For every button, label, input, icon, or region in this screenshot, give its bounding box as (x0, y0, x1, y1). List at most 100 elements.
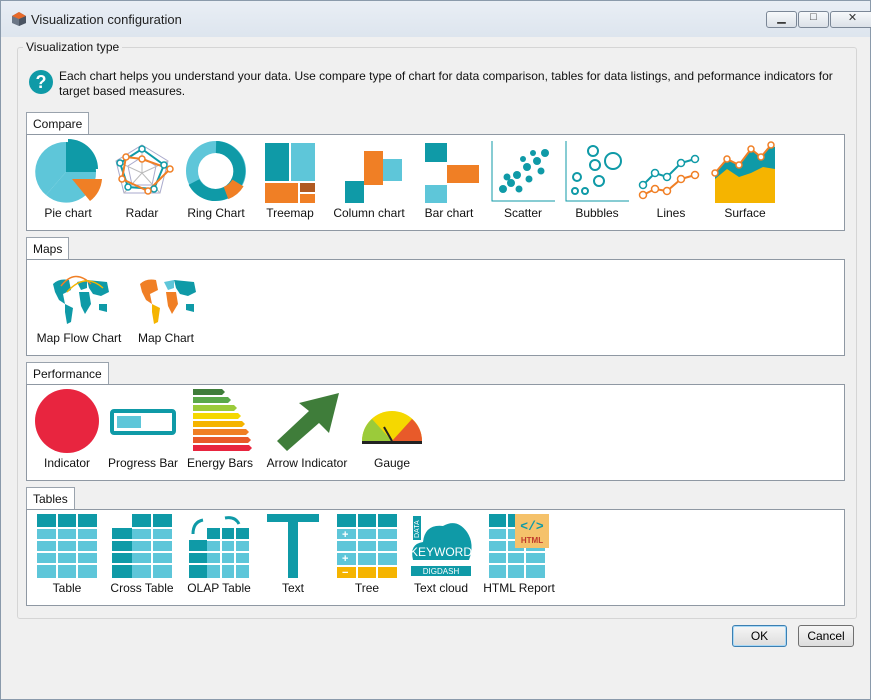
tab-performance[interactable]: Performance (26, 362, 109, 385)
treemap-icon (265, 143, 315, 203)
item-label: Indicator (43, 456, 91, 470)
item-label: Lines (656, 206, 686, 220)
item-label: Map Chart (137, 331, 195, 345)
minimize-button[interactable]: ▁ (766, 11, 797, 28)
html-report-icon: </> HTML (489, 514, 549, 578)
energy-bars-icon (193, 389, 252, 451)
item-label: Text (281, 581, 304, 595)
progress-bar-icon (110, 409, 176, 435)
title-bar: Visualization configuration ▁ □ ✕ (1, 1, 871, 37)
tables-section: Tables Table Cross Table OLAP Table Text… (26, 487, 845, 607)
chart-option-olap-table[interactable]: OLAP Table (182, 514, 256, 595)
text-icon (267, 514, 319, 578)
compare-panel: Pie chart Radar Ring Chart Treemap Colum… (26, 134, 845, 231)
window-title: Visualization configuration (31, 12, 182, 27)
item-label: Progress Bar (107, 456, 179, 470)
gauge-icon (362, 411, 422, 444)
maximize-icon: □ (810, 11, 817, 23)
lines-chart-icon (638, 154, 700, 200)
text-cloud-icon: DATA KEYWORD DIGDASH (410, 516, 472, 576)
chart-option-radar[interactable]: Radar (106, 139, 178, 220)
item-label: Pie chart (44, 206, 92, 220)
chart-option-indicator[interactable]: Indicator (31, 389, 103, 470)
chart-option-gauge[interactable]: Gauge (357, 389, 427, 470)
map-chart-icon (140, 279, 196, 324)
cloud-data-label: DATA (414, 520, 421, 538)
tree-table-icon: + + − (337, 514, 397, 578)
cloud-keyword-label: KEYWORD (410, 545, 472, 559)
pie-chart-icon (35, 139, 102, 203)
tab-compare[interactable]: Compare (26, 112, 90, 135)
chart-option-energy-bars[interactable]: Energy Bars (184, 389, 256, 470)
scatter-chart-icon (491, 141, 555, 202)
cancel-button[interactable]: Cancel (798, 625, 854, 647)
item-label: Treemap (266, 206, 314, 220)
chart-option-scatter[interactable]: Scatter (488, 139, 558, 220)
radar-chart-icon (115, 144, 174, 195)
item-label: Table (52, 581, 82, 595)
item-label: Scatter (503, 206, 542, 220)
chart-option-cross-table[interactable]: Cross Table (105, 514, 179, 595)
item-label: Column chart (333, 206, 405, 220)
item-label: Energy Bars (186, 456, 254, 470)
chart-option-text-cloud[interactable]: DATA KEYWORD DIGDASH Text cloud (406, 514, 476, 595)
tab-maps[interactable]: Maps (26, 237, 70, 260)
chart-option-surface[interactable]: Surface (710, 139, 780, 220)
chart-option-table[interactable]: Table (31, 514, 103, 595)
svg-text:+: + (342, 553, 348, 565)
item-label: Gauge (373, 456, 411, 470)
item-label: Cross Table (110, 581, 174, 595)
map-flow-icon (53, 275, 109, 324)
item-label: Bar chart (424, 206, 474, 220)
ring-chart-icon (186, 141, 246, 201)
maximize-button[interactable]: □ (798, 11, 829, 28)
close-icon: ✕ (847, 12, 858, 24)
olap-table-icon (189, 516, 249, 578)
chart-option-bar[interactable]: Bar chart (413, 139, 485, 220)
maps-panel: Map Flow Chart Map Chart (26, 259, 845, 356)
maps-section: Maps Map Flow Chart Map Chart (26, 237, 845, 357)
chart-option-tree[interactable]: + + − Tree (332, 514, 402, 595)
item-label: Ring Chart (187, 206, 245, 220)
svg-text:+: + (342, 529, 348, 541)
item-label: HTML Report (483, 581, 555, 595)
column-chart-icon (345, 151, 402, 203)
item-label: Map Flow Chart (36, 331, 122, 345)
svg-text:−: − (342, 567, 348, 578)
ok-button[interactable]: OK (732, 625, 787, 647)
close-button[interactable]: ✕ (830, 11, 871, 28)
chart-option-bubbles[interactable]: Bubbles (562, 139, 632, 220)
cloud-digdash-label: DIGDASH (423, 567, 460, 576)
item-label: Surface (724, 206, 766, 220)
group-title: Visualization type (23, 40, 123, 54)
item-label: Radar (125, 206, 159, 220)
item-label: Bubbles (575, 206, 619, 220)
chart-option-pie[interactable]: Pie chart (31, 139, 105, 220)
help-icon: ? (29, 70, 53, 94)
chart-option-text[interactable]: Text (258, 514, 328, 595)
indicator-icon (35, 389, 99, 453)
chart-option-lines[interactable]: Lines (636, 139, 706, 220)
chart-option-html-report[interactable]: </> HTML HTML Report (480, 514, 558, 595)
chart-option-ring[interactable]: Ring Chart (179, 139, 253, 220)
bar-chart-icon (425, 143, 479, 203)
chart-option-progress-bar[interactable]: Progress Bar (107, 389, 179, 470)
chart-option-treemap[interactable]: Treemap (255, 139, 325, 220)
app-logo-icon (12, 12, 26, 26)
cross-table-icon (112, 514, 172, 578)
help-text: Each chart helps you understand your dat… (59, 69, 833, 98)
chart-option-column[interactable]: Column chart (327, 139, 411, 220)
tab-tables[interactable]: Tables (26, 487, 75, 510)
arrow-indicator-icon (277, 393, 339, 451)
chart-option-arrow-indicator[interactable]: Arrow Indicator (261, 389, 353, 470)
tables-panel: Table Cross Table OLAP Table Text + + − … (26, 509, 845, 606)
performance-panel: Indicator Progress Bar Energy Bars Arrow… (26, 384, 845, 481)
dialog-window: Visualization configuration ▁ □ ✕ Visual… (0, 0, 871, 700)
performance-section: Performance Indicator Progress Bar Energ… (26, 362, 845, 482)
chart-option-map-flow[interactable]: Map Flow Chart (33, 264, 125, 345)
item-label: Arrow Indicator (266, 456, 348, 470)
table-icon (37, 514, 97, 578)
svg-text:</>: </> (520, 519, 544, 534)
surface-chart-icon (711, 141, 775, 203)
chart-option-map[interactable]: Map Chart (131, 264, 201, 345)
